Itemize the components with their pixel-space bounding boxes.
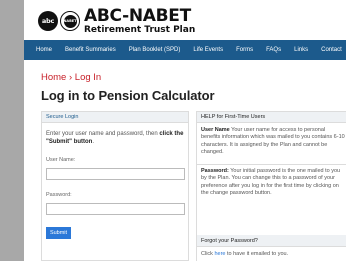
nabet-logo-text: NABET xyxy=(63,19,77,23)
brand-subtitle: Retirement Trust Plan xyxy=(84,25,196,35)
nabet-logo-inner: NABET xyxy=(63,14,77,28)
forgot-password-pre: Click xyxy=(201,251,215,257)
page: abc NABET ABC-NABET Retirement Trust Pla… xyxy=(24,0,346,261)
breadcrumb-current: Log In xyxy=(74,72,102,83)
nav-item-forms[interactable]: Forms xyxy=(236,47,253,53)
nav-item-plan-booklet[interactable]: Plan Booklet (SPD) xyxy=(129,47,181,53)
username-label: User Name: xyxy=(46,157,76,163)
login-instructions: Enter your user name and password, then … xyxy=(46,130,186,146)
breadcrumb: Home › Log In xyxy=(41,72,101,83)
nav-item-benefit-summaries[interactable]: Benefit Summaries xyxy=(65,47,116,53)
forgot-password-post: to have it emailed to you. xyxy=(225,251,289,257)
nav-item-faqs[interactable]: FAQs xyxy=(266,47,281,53)
abc-logo[interactable]: abc xyxy=(38,11,58,31)
help-divider xyxy=(197,164,346,165)
abc-logo-text: abc xyxy=(41,17,55,25)
nav-item-contact[interactable]: Contact xyxy=(321,47,342,53)
help-panel: HELP for First-Time Users User Name Your… xyxy=(196,111,346,261)
help-username-text: User Name Your user name for access to p… xyxy=(201,127,345,157)
login-panel-heading: Secure Login xyxy=(42,112,188,123)
nav-item-life-events[interactable]: Life Events xyxy=(193,47,223,53)
breadcrumb-home-link[interactable]: Home xyxy=(41,72,66,83)
forgot-password-heading: Forgot your Password? xyxy=(197,235,346,247)
help-username-title: User Name xyxy=(201,127,230,133)
site-header: abc NABET ABC-NABET Retirement Trust Pla… xyxy=(24,0,346,40)
help-password-text: Password: Your initial password is the o… xyxy=(201,168,345,198)
forgot-password-link[interactable]: here xyxy=(214,251,225,257)
login-instructions-pre: Enter your user name and password, then xyxy=(46,131,160,137)
nav-item-links[interactable]: Links xyxy=(294,47,308,53)
login-instructions-post: . xyxy=(92,139,95,145)
help-panel-heading: HELP for First-Time Users xyxy=(197,112,346,123)
password-label: Password: xyxy=(46,192,72,198)
nabet-logo[interactable]: NABET xyxy=(60,11,80,31)
page-title: Log in to Pension Calculator xyxy=(41,88,215,103)
main-content: Home › Log In Log in to Pension Calculat… xyxy=(24,60,346,261)
forgot-password-text: Click here to have it emailed to you. xyxy=(201,251,288,257)
login-panel: Secure Login Enter your user name and pa… xyxy=(41,111,189,261)
submit-button[interactable]: Submit xyxy=(46,227,71,239)
main-nav: Home Benefit Summaries Plan Booklet (SPD… xyxy=(24,40,346,60)
help-password-title: Password: xyxy=(201,168,229,174)
brand-name[interactable]: ABC-NABET xyxy=(84,8,191,25)
username-input[interactable] xyxy=(46,168,185,180)
nav-item-home[interactable]: Home xyxy=(36,47,52,53)
password-input[interactable] xyxy=(46,203,185,215)
breadcrumb-separator: › xyxy=(68,72,73,83)
